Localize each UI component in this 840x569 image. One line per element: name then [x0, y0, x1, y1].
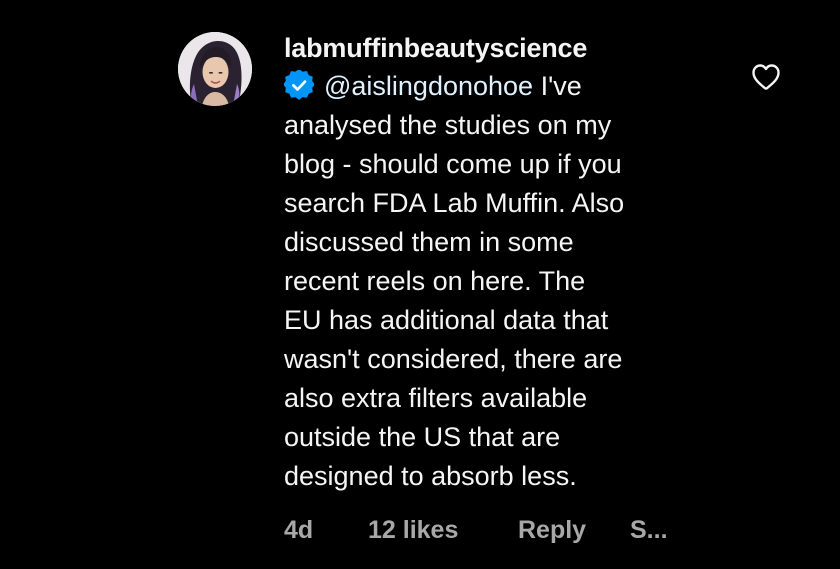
verified-badge-icon — [283, 68, 315, 100]
see-translation-button[interactable]: S... — [630, 516, 668, 545]
comment-line: discussed them in some — [284, 227, 574, 257]
comment-content: labmuffinbeautyscience @aislingdonohoe I… — [283, 30, 724, 496]
comment-line: @aislingdonohoe I've — [283, 67, 724, 106]
comment: labmuffinbeautyscience @aislingdonohoe I… — [0, 0, 840, 569]
comment-line: recent reels on here. The — [284, 266, 586, 296]
comment-line: wasn't considered, there are — [284, 344, 623, 374]
heart-outline-icon[interactable] — [750, 61, 782, 93]
mention-link[interactable]: @aislingdonohoe — [324, 71, 533, 101]
avatar[interactable] — [178, 32, 252, 106]
comment-line: blog - should come up if you — [284, 149, 622, 179]
comment-username[interactable]: labmuffinbeautyscience — [284, 30, 724, 66]
comment-line: outside the US that are — [284, 422, 561, 452]
comment-text: @aislingdonohoe I've analysed the studie… — [283, 67, 724, 496]
comment-meta: 4d 12 likes Reply S... — [284, 512, 668, 548]
reply-button[interactable]: Reply — [518, 516, 630, 545]
comment-line: also extra filters available — [284, 383, 588, 413]
profile-photo — [178, 32, 252, 106]
comment-line: search FDA Lab Muffin. Also — [284, 188, 625, 218]
comment-timestamp: 4d — [284, 515, 314, 544]
comment-line: analysed the studies on my — [284, 110, 612, 140]
comment-line-text: I've — [533, 71, 582, 101]
likes-count[interactable]: 12 likes — [368, 516, 518, 545]
comment-line: EU has additional data that — [284, 305, 609, 335]
comment-line: designed to absorb less. — [284, 461, 577, 491]
